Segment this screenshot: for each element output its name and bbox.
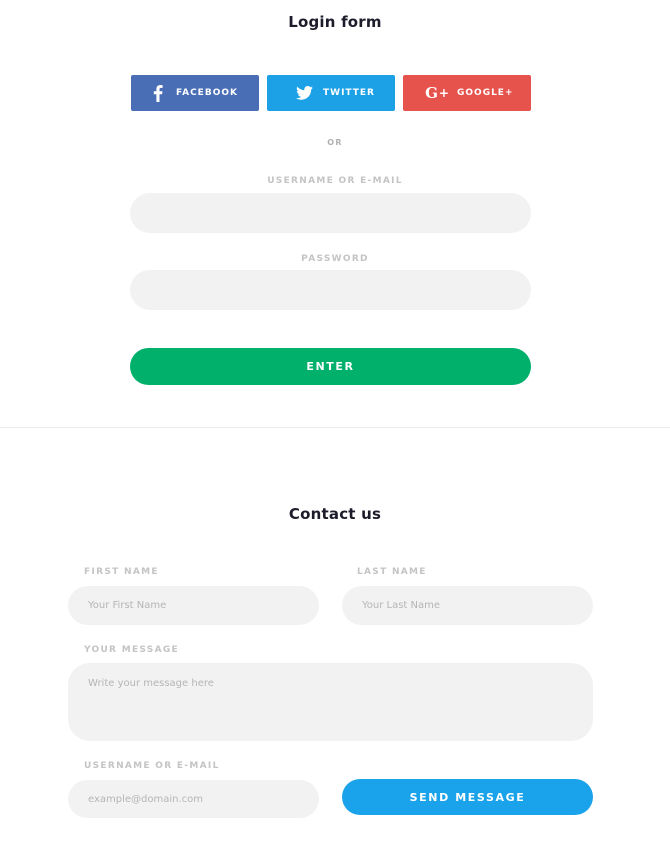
message-label: YOUR MESSAGE [84,645,179,655]
facebook-icon [140,84,176,102]
enter-button[interactable]: ENTER [130,348,531,385]
login-form-title: Login form [288,13,382,31]
twitter-label: TWITTER [323,88,375,98]
google-plus-label: GOOGLE+ [457,88,514,98]
or-separator: OR [327,138,343,147]
first-name-input[interactable] [68,586,319,625]
contact-email-input[interactable] [68,780,319,818]
facebook-label: FACEBOOK [176,88,238,98]
contact-email-label: USERNAME OR E-MAIL [84,761,220,771]
login-password-input[interactable] [130,270,531,310]
twitter-login-button[interactable]: TWITTER [267,75,395,111]
google-plus-icon: G + [425,84,449,102]
send-message-button[interactable]: SEND MESSAGE [342,779,593,815]
last-name-input[interactable] [342,586,593,625]
last-name-label: LAST NAME [357,567,427,577]
login-password-label: PASSWORD [301,254,369,264]
twitter-icon [289,86,319,100]
login-username-input[interactable] [130,193,531,233]
login-username-label: USERNAME OR E-MAIL [267,176,403,186]
message-textarea[interactable] [68,663,593,741]
contact-us-title: Contact us [288,505,382,523]
facebook-login-button[interactable]: FACEBOOK [131,75,259,111]
first-name-label: FIRST NAME [84,567,159,577]
section-divider [0,427,670,428]
google-plus-login-button[interactable]: G + GOOGLE+ [403,75,531,111]
